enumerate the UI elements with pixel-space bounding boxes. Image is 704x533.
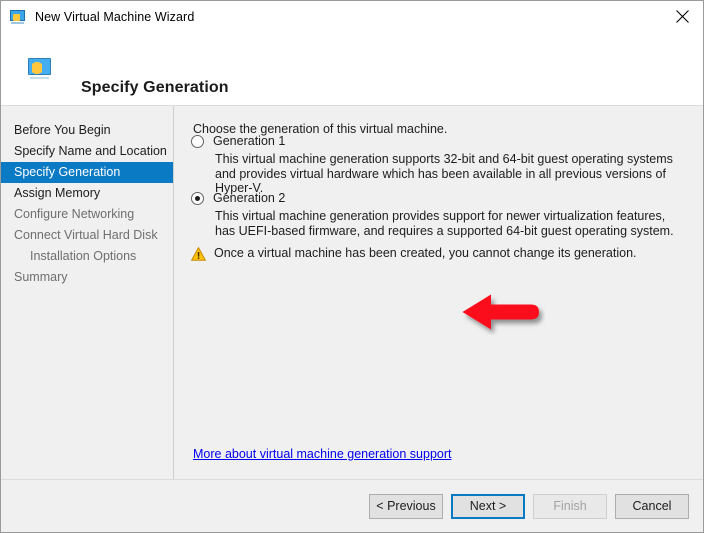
sidebar-item-specify-generation[interactable]: Specify Generation <box>1 162 173 183</box>
warning-text: Once a virtual machine has been created,… <box>214 246 637 260</box>
virtual-machine-monitor-icon <box>10 9 26 25</box>
radio-generation-1-label: Generation 1 <box>213 134 286 148</box>
next-button[interactable]: Next > <box>451 494 525 519</box>
radio-generation-2-label: Generation 2 <box>213 191 286 205</box>
sidebar-item-connect-virtual-hard-disk[interactable]: Connect Virtual Hard Disk <box>1 225 173 246</box>
warning-triangle-icon <box>191 247 206 261</box>
sidebar-item-before-you-begin[interactable]: Before You Begin <box>1 120 173 141</box>
new-virtual-machine-wizard-window: New Virtual Machine Wizard Specify Gener… <box>0 0 704 533</box>
warning-notice: Once a virtual machine has been created,… <box>191 246 637 261</box>
finish-button: Finish <box>533 494 607 519</box>
wizard-step-list: Before You Begin Specify Name and Locati… <box>1 106 174 479</box>
close-icon[interactable] <box>659 1 703 32</box>
window-title: New Virtual Machine Wizard <box>35 9 195 24</box>
more-about-generation-support-link[interactable]: More about virtual machine generation su… <box>193 447 451 461</box>
main-content: Choose the generation of this virtual ma… <box>175 106 703 479</box>
radio-button-selected-icon[interactable] <box>191 192 204 205</box>
page-title: Specify Generation <box>81 79 229 96</box>
radio-generation-2[interactable]: Generation 2 <box>191 190 285 206</box>
sidebar-item-specify-name-and-location[interactable]: Specify Name and Location <box>1 141 173 162</box>
title-bar: New Virtual Machine Wizard <box>1 1 703 32</box>
sidebar-item-summary[interactable]: Summary <box>1 267 173 288</box>
dialog-footer: < Previous Next > Finish Cancel <box>1 479 703 532</box>
sidebar-item-installation-options[interactable]: Installation Options <box>1 246 173 267</box>
previous-button[interactable]: < Previous <box>369 494 443 519</box>
red-arrow-annotation-icon <box>461 291 545 335</box>
cancel-button[interactable]: Cancel <box>615 494 689 519</box>
radio-generation-1[interactable]: Generation 1 <box>191 133 285 149</box>
sidebar-item-configure-networking[interactable]: Configure Networking <box>1 204 173 225</box>
generation-1-description: This virtual machine generation supports… <box>215 152 673 195</box>
virtual-machine-monitor-icon <box>28 57 52 81</box>
radio-button-icon[interactable] <box>191 135 204 148</box>
sidebar-item-assign-memory[interactable]: Assign Memory <box>1 183 173 204</box>
generation-2-description: This virtual machine generation provides… <box>215 209 674 238</box>
page-header: Specify Generation <box>1 32 703 106</box>
